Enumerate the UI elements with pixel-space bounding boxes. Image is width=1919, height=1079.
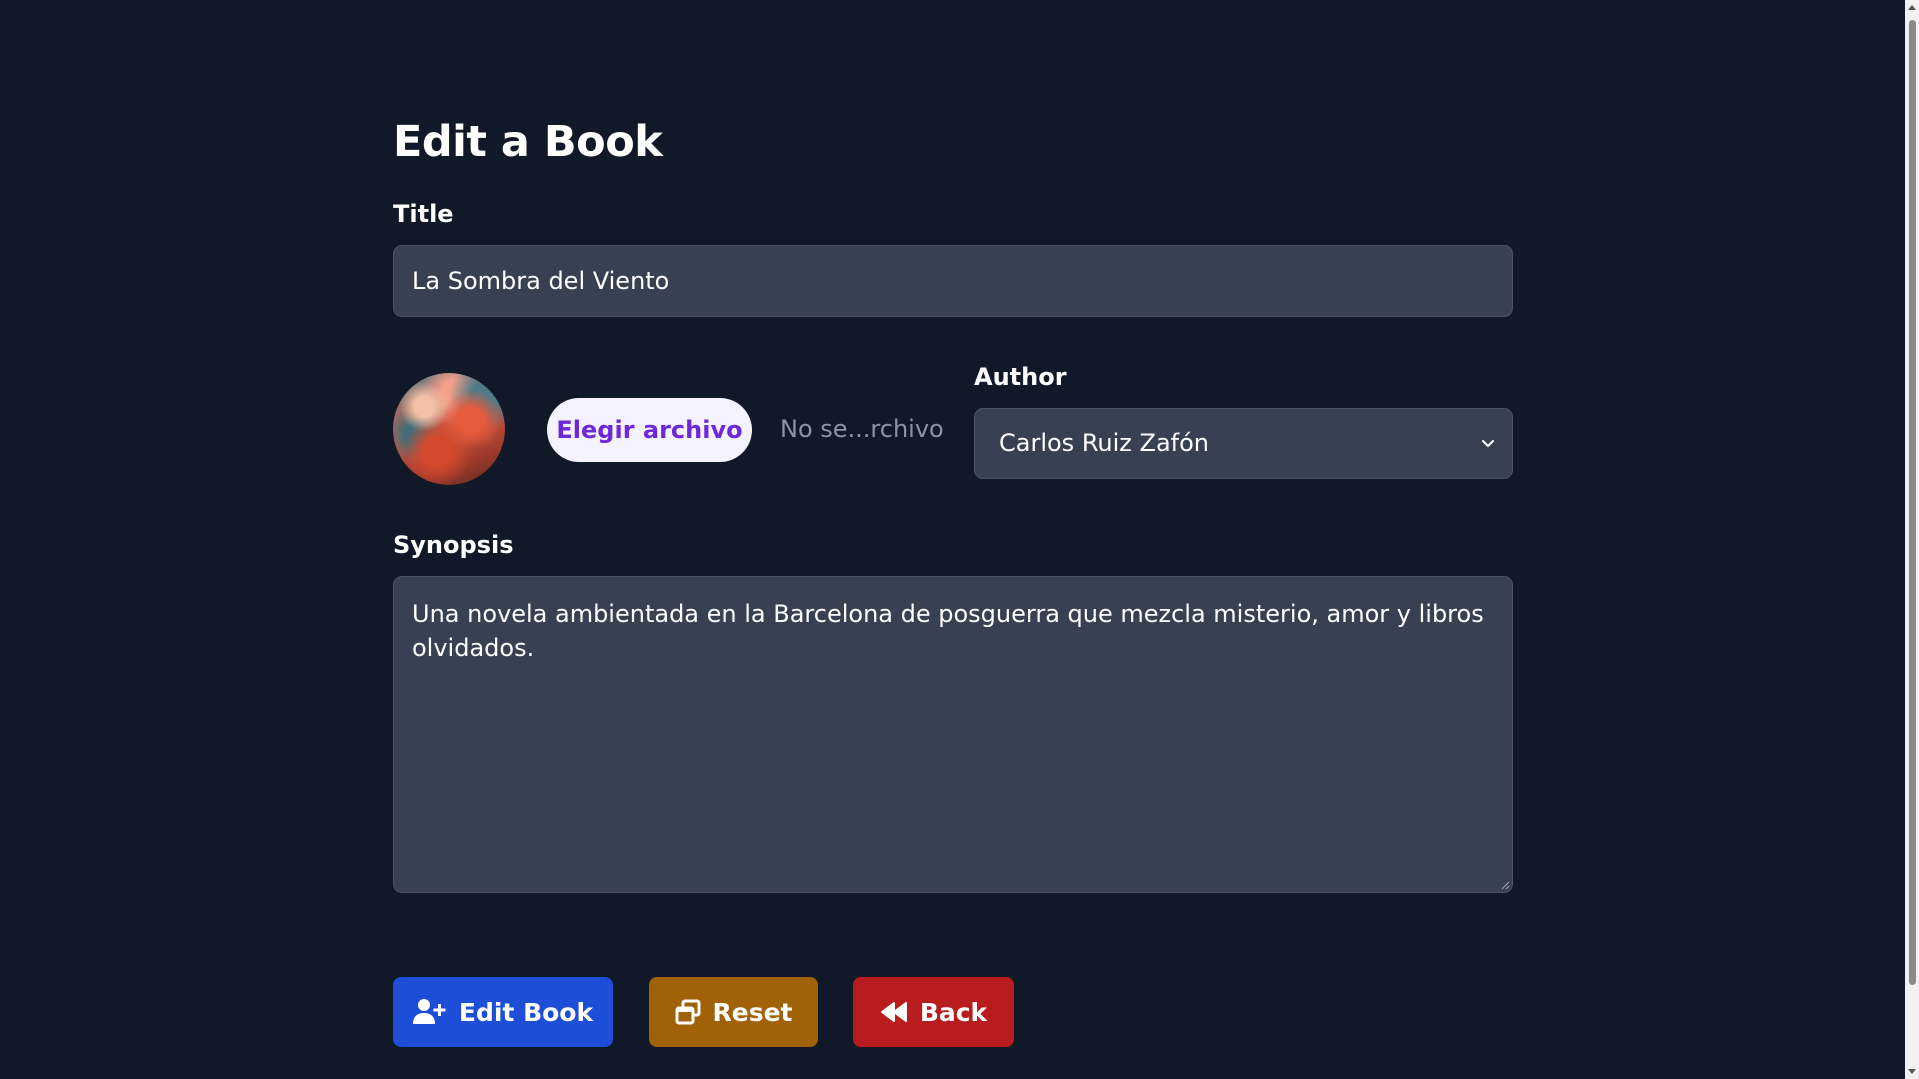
resize-handle-icon[interactable] [1500, 880, 1510, 890]
title-input[interactable]: La Sombra del Viento [393, 245, 1513, 317]
reset-button[interactable]: Reset [649, 977, 818, 1047]
author-label: Author [974, 363, 1067, 391]
edit-book-page: Edit a Book Title La Sombra del Viento E… [0, 0, 1919, 1079]
backward-icon [880, 1002, 907, 1022]
synopsis-label: Synopsis [393, 531, 514, 559]
edit-book-label: Edit Book [458, 997, 594, 1027]
synopsis-text: Una novela ambientada en la Barcelona de… [412, 600, 1484, 662]
scroll-down-icon[interactable] [1908, 1069, 1916, 1074]
book-cover-image [393, 373, 505, 485]
edit-book-button[interactable]: Edit Book [393, 977, 613, 1047]
author-select[interactable]: Carlos Ruiz Zafón [974, 408, 1513, 479]
vertical-scrollbar[interactable] [1905, 0, 1919, 1079]
reset-label: Reset [712, 997, 793, 1027]
scroll-up-icon[interactable] [1908, 5, 1916, 10]
back-button[interactable]: Back [853, 977, 1014, 1047]
file-status-text: No se...rchivo [780, 415, 944, 443]
back-label: Back [919, 997, 988, 1027]
author-selected-value: Carlos Ruiz Zafón [999, 429, 1210, 457]
user-plus-icon [412, 999, 446, 1024]
synopsis-textarea[interactable]: Una novela ambientada en la Barcelona de… [393, 576, 1513, 893]
scrollbar-thumb[interactable] [1909, 20, 1916, 985]
title-label: Title [393, 200, 454, 228]
chevron-down-icon [1482, 440, 1494, 447]
choose-file-button[interactable]: Elegir archivo [547, 398, 752, 462]
window-restore-icon [675, 999, 700, 1025]
page-title: Edit a Book [393, 117, 663, 167]
